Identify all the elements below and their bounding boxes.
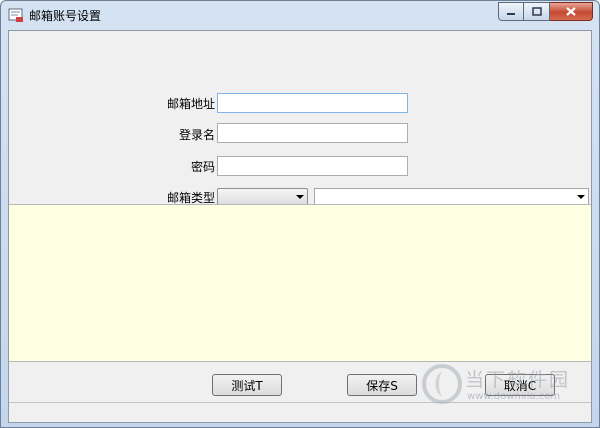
password-input[interactable] [217,156,408,176]
maximize-button[interactable] [524,2,550,21]
login-name-label: 登录名 [178,128,215,142]
email-address-label: 邮箱地址 [166,97,215,111]
test-button[interactable]: 测试T [212,374,282,396]
close-button[interactable] [550,2,593,21]
log-panel[interactable] [9,204,591,362]
window-title: 邮箱账号设置 [29,9,102,23]
close-icon [566,7,576,16]
minimize-button[interactable] [498,2,524,21]
watermark-url: www.downxia.com [467,391,561,402]
watermark-logo-icon [422,364,462,404]
mail-settings-icon [8,8,23,22]
minimize-icon [507,12,515,15]
chevron-down-icon [577,195,585,199]
chevron-down-icon [296,195,304,199]
save-button[interactable]: 保存S [347,374,417,396]
title-bar[interactable]: 邮箱账号设置 [1,1,599,29]
password-label: 密码 [190,160,215,174]
maximize-icon [531,7,542,16]
watermark: 当下软件园 www.downxia.com [421,363,591,411]
watermark-title: 当下软件园 [465,369,571,391]
login-name-input[interactable] [217,123,408,143]
email-address-input[interactable] [217,93,408,113]
dialog-window: 邮箱账号设置 邮箱地址 登录名 密码 邮箱类型 测试T 保存S 取消C 当下软件… [0,0,600,428]
window-controls [498,2,593,21]
